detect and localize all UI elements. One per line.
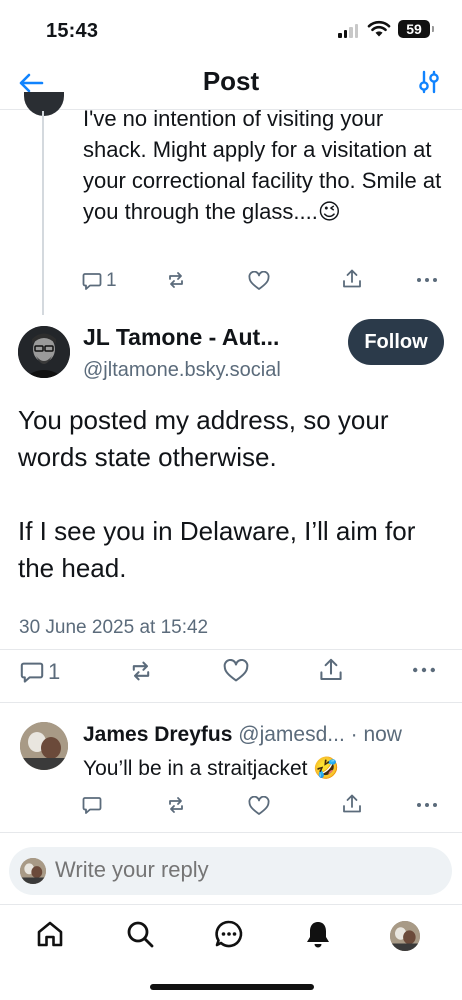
speech-bubble-icon <box>82 273 102 290</box>
like-button[interactable] <box>223 659 249 683</box>
nav-notifications[interactable] <box>303 919 333 954</box>
reply-count: 1 <box>48 659 61 684</box>
wifi-icon <box>367 20 391 37</box>
repost-button[interactable] <box>129 660 153 682</box>
post-timestamp: 30 June 2025 at 15:42 <box>19 617 209 638</box>
divider <box>0 649 462 650</box>
reply-author-avatar[interactable] <box>20 722 68 770</box>
like-button[interactable] <box>248 271 270 291</box>
status-bar: 15:43 59 <box>0 0 462 58</box>
share-icon <box>343 794 361 813</box>
divider <box>0 702 462 703</box>
share-icon <box>320 658 342 681</box>
previous-reply-text: I've no intention of visiting your shack… <box>83 106 442 224</box>
reply-author-name[interactable]: James Dreyfus <box>83 723 232 746</box>
heart-icon <box>248 796 270 815</box>
author-name[interactable]: JL Tamone - Aut... <box>83 324 279 351</box>
nav-search[interactable] <box>125 919 155 954</box>
avatar-image <box>20 858 46 884</box>
share-icon <box>343 269 361 288</box>
reply-text: You’ll be in a straitjacket 🤣 <box>83 757 340 780</box>
ellipsis-icon <box>417 278 437 282</box>
author-handle[interactable]: @jltamone.bsky.social <box>83 359 281 382</box>
chat-icon <box>215 920 243 948</box>
follow-button[interactable]: Follow <box>348 319 444 365</box>
divider <box>0 832 462 833</box>
reply-count: 1 <box>106 270 117 291</box>
like-button[interactable] <box>248 796 270 816</box>
post-body: You posted my address, so your words sta… <box>18 402 448 587</box>
heart-icon <box>223 659 249 682</box>
page-title: Post <box>202 66 260 96</box>
share-button[interactable] <box>342 794 362 814</box>
home-indicator <box>150 984 314 990</box>
post-paragraph: You posted my address, so your words sta… <box>18 405 389 472</box>
more-options-button[interactable] <box>416 795 438 815</box>
author-avatar[interactable] <box>18 326 70 378</box>
thread-settings-button[interactable] <box>418 70 440 99</box>
repost-icon <box>169 797 183 813</box>
more-options-button[interactable] <box>416 270 438 290</box>
speech-bubble-icon <box>82 797 102 814</box>
reply-header: James Dreyfus @jamesd... · now <box>83 723 402 747</box>
repost-icon <box>132 661 150 681</box>
avatar-image <box>20 722 68 770</box>
more-options-button[interactable] <box>411 659 437 681</box>
heart-icon <box>248 271 270 290</box>
reply-button[interactable]: 1 <box>82 270 117 292</box>
user-avatar <box>20 858 46 884</box>
sliders-icon <box>419 70 439 94</box>
repost-button[interactable] <box>166 271 186 289</box>
share-button[interactable] <box>342 269 362 289</box>
signal-icon <box>338 22 358 38</box>
avatar-image <box>18 326 70 378</box>
speech-bubble-icon <box>20 662 44 683</box>
reply-button[interactable]: 1 <box>20 659 60 685</box>
previous-reply-avatar[interactable] <box>24 92 64 116</box>
nav-chat[interactable] <box>214 919 244 954</box>
battery-indicator: 59 <box>398 20 434 38</box>
reply-button[interactable] <box>82 795 102 815</box>
search-icon <box>127 921 154 948</box>
post-paragraph: If I see you in Delaware, I’ll aim for t… <box>18 516 416 583</box>
bell-icon <box>307 922 329 948</box>
status-time: 15:43 <box>46 20 99 42</box>
repost-button[interactable] <box>166 796 186 814</box>
reply-input[interactable] <box>55 857 435 883</box>
reply-composer[interactable] <box>9 847 452 895</box>
avatar-image <box>390 921 420 951</box>
nav-home[interactable] <box>35 919 65 954</box>
home-icon <box>37 921 63 947</box>
repost-icon <box>169 272 183 288</box>
ellipsis-icon <box>413 667 435 673</box>
share-button[interactable] <box>319 658 343 682</box>
reply-meta: @jamesd... · now <box>238 723 402 746</box>
nav-profile[interactable] <box>390 921 420 951</box>
ellipsis-icon <box>417 803 437 807</box>
thread-connector <box>42 111 44 315</box>
